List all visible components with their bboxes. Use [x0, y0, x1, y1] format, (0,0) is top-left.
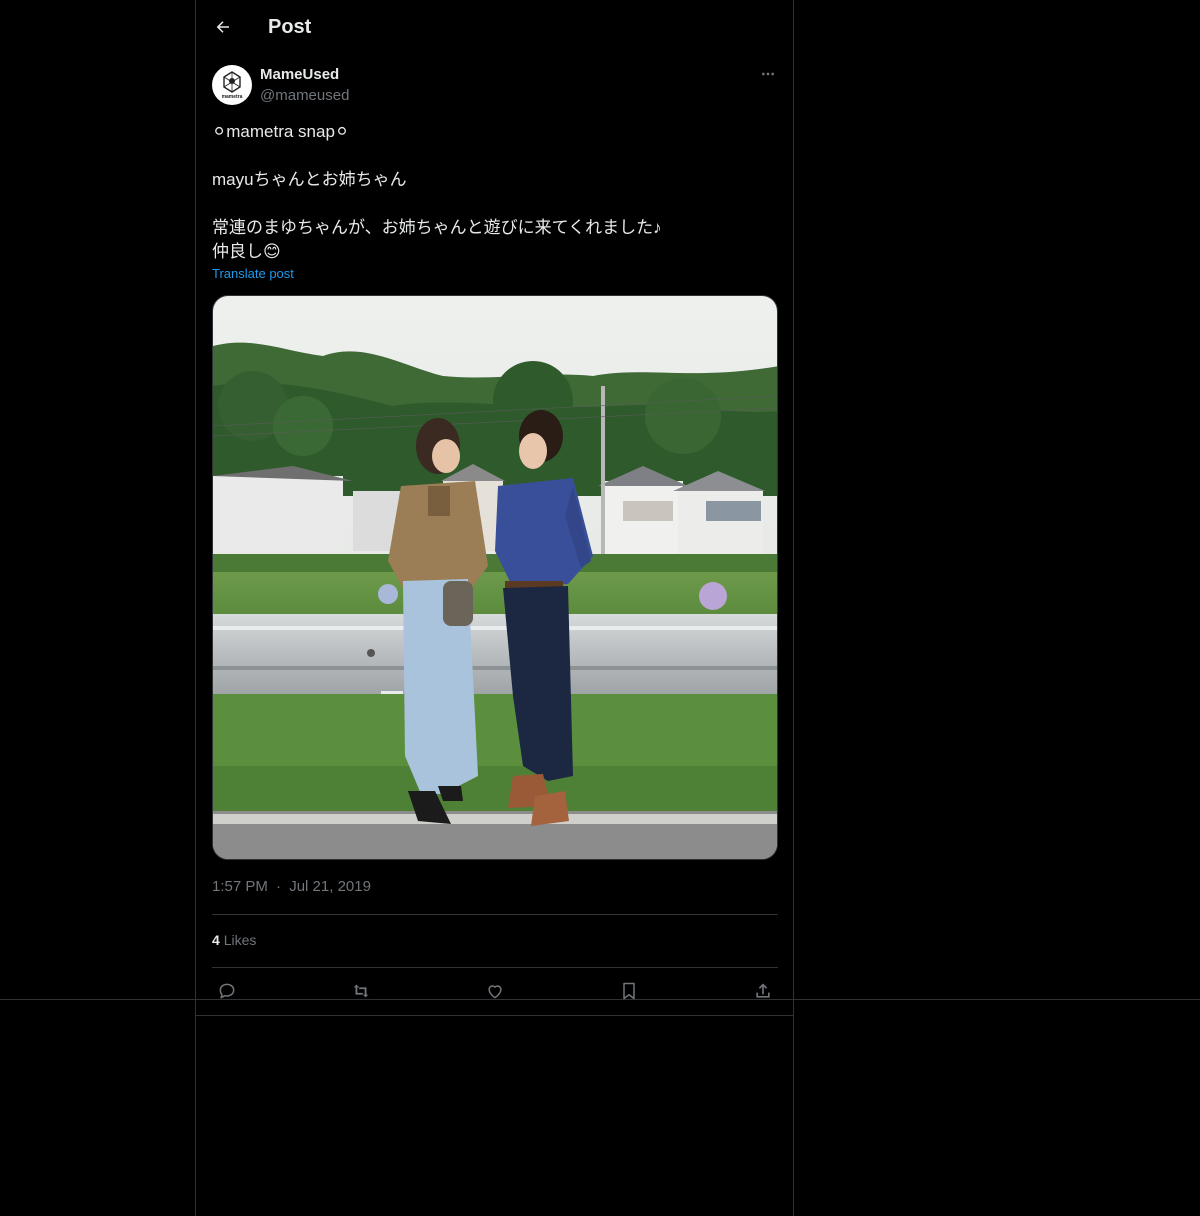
more-options-button[interactable] — [758, 64, 778, 84]
post-text-line: ⚪mametra snap⚪ — [212, 122, 350, 141]
post-column: Post mametra MameUsed @mameused ⚪mametra… — [195, 0, 794, 1216]
post-text-blank — [212, 144, 778, 168]
two-women-photo — [213, 296, 777, 859]
svg-text:mametra: mametra — [222, 94, 243, 100]
divider — [212, 967, 778, 968]
bookmark-icon — [623, 982, 635, 1000]
reply-icon — [219, 983, 235, 999]
bookmark-button[interactable] — [616, 978, 642, 1004]
post-text: ⚪mametra snap⚪ mayuちゃんとお姉ちゃん 常連のまゆちゃんが、お… — [212, 120, 778, 264]
more-icon — [762, 72, 774, 76]
avatar[interactable]: mametra — [212, 65, 252, 105]
post-text-line: mayuちゃんとお姉ちゃん — [212, 170, 407, 189]
post-text-line: 常連のまゆちゃんが、お姉ちゃんと遊びに来てくれました♪ — [212, 218, 662, 237]
mametra-logo: mametra — [222, 71, 243, 100]
heart-icon — [488, 985, 502, 999]
post-author: mametra MameUsed @mameused — [212, 64, 778, 108]
translate-post-link[interactable]: Translate post — [212, 266, 294, 281]
post-time: 1:57 PM — [212, 878, 268, 895]
likes-stat[interactable]: 4 Likes — [212, 932, 256, 948]
divider — [212, 914, 778, 915]
post-text-blank — [212, 192, 778, 216]
likes-label: Likes — [223, 932, 257, 948]
timestamp-separator: · — [276, 878, 282, 895]
post-actions-bar — [204, 978, 786, 1004]
post-photo[interactable] — [212, 295, 778, 860]
post-timestamp[interactable]: 1:57 PM · Jul 21, 2019 — [212, 878, 371, 895]
reply-button[interactable] — [214, 978, 240, 1004]
post-header: Post — [212, 8, 311, 46]
share-icon — [756, 983, 770, 998]
post-date: Jul 21, 2019 — [289, 878, 371, 895]
column-divider — [195, 1015, 794, 1016]
share-button[interactable] — [750, 978, 776, 1004]
repost-icon — [353, 984, 369, 998]
post-text-line: 仲良し😊 — [212, 242, 281, 261]
arrow-left-icon — [216, 21, 229, 33]
likes-count: 4 — [212, 932, 220, 948]
author-display-name[interactable]: MameUsed — [260, 66, 339, 83]
like-button[interactable] — [482, 978, 508, 1004]
author-handle[interactable]: @mameused — [260, 87, 349, 104]
back-button[interactable] — [212, 16, 234, 38]
page-title: Post — [268, 15, 312, 38]
repost-button[interactable] — [348, 978, 374, 1004]
